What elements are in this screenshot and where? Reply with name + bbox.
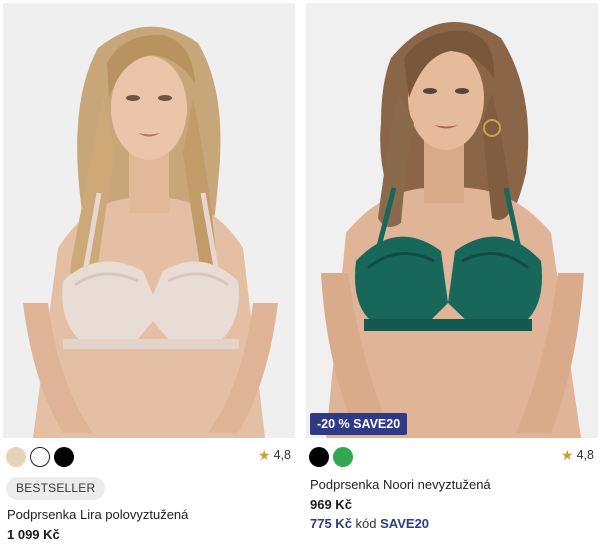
swatch-green[interactable] (333, 447, 353, 467)
swatch-beige[interactable] (6, 447, 26, 467)
swatch-rating-row: ★ 4,8 (306, 447, 598, 471)
color-swatches (309, 447, 353, 467)
code-label: kód (355, 516, 377, 531)
product-price: 969 Kč (310, 497, 352, 512)
model-photo (3, 3, 295, 438)
swatch-black[interactable] (309, 447, 329, 467)
star-icon: ★ (258, 447, 271, 463)
product-card[interactable]: ★ 4,8 BESTSELLER Podprsenka Lira polovyz… (3, 0, 295, 560)
rating-value: 4,8 (273, 448, 291, 462)
swatch-rating-row: ★ 4,8 (3, 447, 295, 471)
bestseller-badge: BESTSELLER (6, 477, 106, 500)
promo-badge: -20 % SAVE20 (310, 413, 408, 435)
model-photo (306, 3, 598, 438)
product-grid: ★ 4,8 BESTSELLER Podprsenka Lira polovyz… (0, 0, 601, 560)
product-price: 1 099 Kč (7, 527, 60, 542)
swatch-black[interactable] (54, 447, 74, 467)
color-swatches (6, 447, 74, 467)
product-card[interactable]: -20 % SAVE20 ★ 4,8 Podprsenka Noori nevy… (306, 0, 598, 560)
product-title[interactable]: Podprsenka Lira polovyztužená (7, 507, 188, 522)
sale-price: 775 Kč (310, 516, 352, 531)
product-title[interactable]: Podprsenka Noori nevyztužená (310, 477, 491, 492)
promo-code: SAVE20 (380, 516, 430, 531)
product-image[interactable] (3, 3, 295, 438)
product-image[interactable]: -20 % SAVE20 (306, 3, 598, 438)
rating: ★ 4,8 (258, 448, 291, 462)
swatch-white[interactable] (30, 447, 50, 467)
sale-price-line: 775 Kč kód SAVE20 (310, 516, 429, 531)
rating-value: 4,8 (576, 448, 594, 462)
star-icon: ★ (561, 447, 574, 463)
rating: ★ 4,8 (561, 448, 594, 462)
